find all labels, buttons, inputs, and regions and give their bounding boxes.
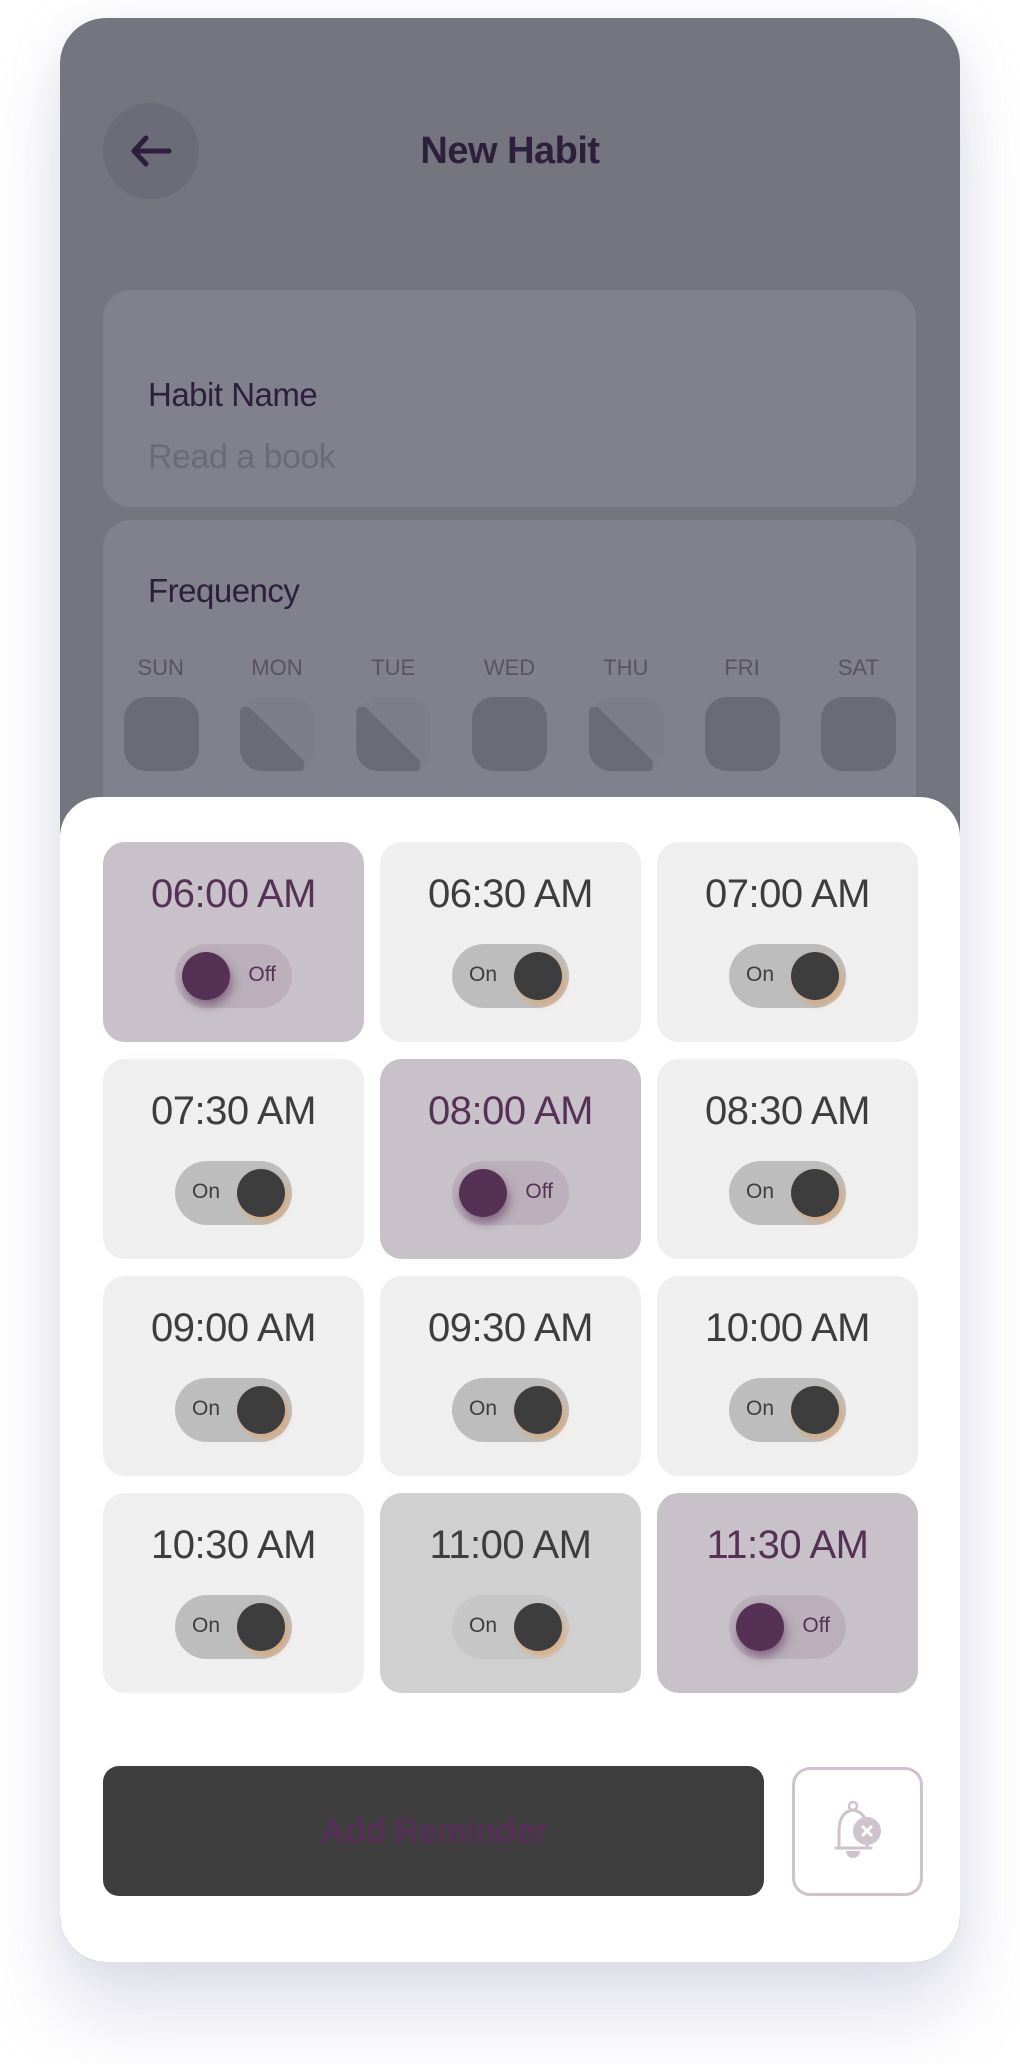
time-slot-label: 08:00 AM [427,1089,594,1133]
toggle-knob[interactable] [237,1386,285,1434]
toggle-knob[interactable] [237,1169,285,1217]
toggle-state-label: Off [802,1614,830,1637]
time-slot-label: 09:00 AM [150,1306,317,1350]
toggle-knob[interactable] [736,1603,784,1651]
day-label: FRI [724,655,760,680]
reminder-toggle[interactable]: On [729,1378,846,1442]
toggle-knob[interactable] [514,952,562,1000]
day-label: SAT [837,655,879,680]
toggle-state-label: On [192,1397,221,1420]
toggle-state-label: On [469,963,498,986]
toggle-state-label: On [746,1180,775,1203]
habit-name-label: Habit Name [148,376,318,413]
toggle-knob[interactable] [237,1603,285,1651]
time-slot-tile[interactable]: 07:30 AM On [103,1059,364,1259]
day-checkbox[interactable] [472,697,548,771]
reminder-toggle[interactable]: On [452,1595,569,1659]
time-slot-label: 11:30 AM [706,1523,869,1567]
reminder-toggle[interactable]: On [175,1595,292,1659]
day-checkbox[interactable] [821,697,897,771]
time-slot-tile[interactable]: 09:00 AM On [103,1276,364,1476]
time-slot-tile[interactable]: 10:30 AM On [103,1493,364,1693]
reminder-toggle[interactable]: On [452,944,569,1008]
toggle-state-label: On [469,1397,498,1420]
time-slot-label: 08:30 AM [704,1089,871,1133]
toggle-state-label: On [469,1614,498,1637]
bell-off-icon [834,1800,881,1858]
day-checkbox[interactable] [239,697,315,771]
time-slot-label: 06:00 AM [150,872,317,916]
toggle-state-label: On [192,1180,221,1203]
day-label: THU [603,655,649,680]
toggle-knob[interactable] [791,952,839,1000]
phone-screen: New Habit Habit Name Frequency SUN MON T… [60,18,960,1962]
time-slot-tile[interactable]: 10:00 AM On [657,1276,918,1476]
toggle-knob[interactable] [514,1603,562,1651]
time-slot-tile[interactable]: 11:30 AM Off [657,1493,918,1693]
divider [147,326,872,327]
toggle-state-label: Off [525,1180,553,1203]
toggle-knob[interactable] [459,1169,507,1217]
clear-reminders-button[interactable] [792,1767,923,1896]
time-slot-label: 07:30 AM [150,1089,317,1133]
reminder-toggle[interactable]: On [175,1378,292,1442]
reminder-toggle[interactable]: On [729,1161,846,1225]
reminder-toggle[interactable]: Off [729,1595,846,1659]
time-slot-label: 07:00 AM [704,872,871,916]
toggle-knob[interactable] [182,952,230,1000]
time-slot-tile[interactable]: 08:30 AM On [657,1059,918,1259]
time-slot-label: 10:00 AM [704,1306,871,1350]
time-slot-label: 10:30 AM [150,1523,317,1567]
day-checkbox[interactable] [356,697,432,771]
time-slot-tile[interactable]: 08:00 AM Off [380,1059,641,1259]
add-reminder-button[interactable]: Add Reminder [103,1766,764,1896]
reminder-toggle[interactable]: Off [175,944,292,1008]
day-checkbox[interactable] [123,697,199,771]
toggle-state-label: On [192,1614,221,1637]
day-label: SUN [137,655,184,680]
time-slot-tile[interactable]: 06:30 AM On [380,842,641,1042]
day-label: WED [483,655,536,680]
time-slot-label: 11:00 AM [429,1523,592,1567]
toggle-state-label: Off [248,963,276,986]
day-label: TUE [371,655,416,680]
frequency-card: Frequency SUN MON TUE WED THU FRI SAT [103,520,916,841]
toggle-state-label: On [746,963,775,986]
reminder-toggle[interactable]: On [729,944,846,1008]
time-slot-label: 06:30 AM [427,872,594,916]
habit-name-input[interactable] [148,438,868,477]
day-checkbox[interactable] [705,697,781,771]
toggle-state-label: On [746,1397,775,1420]
reminder-toggle[interactable]: On [452,1378,569,1442]
time-slot-tile[interactable]: 07:00 AM On [657,842,918,1042]
time-slot-label: 09:30 AM [427,1306,594,1350]
day-label: MON [251,655,303,680]
time-slot-tile[interactable]: 11:00 AM On [380,1493,641,1693]
toggle-knob[interactable] [791,1169,839,1217]
page-title: New Habit [420,130,600,172]
habit-name-card: Habit Name [103,290,916,507]
reminder-bottom-sheet: 06:00 AM Off 06:30 AM On 07:00 AM On 07:30 AM O… [60,797,960,1962]
time-slot-tile[interactable]: 06:00 AM Off [103,842,364,1042]
reminder-toggle[interactable]: Off [452,1161,569,1225]
frequency-label: Frequency [148,572,300,609]
reminder-toggle[interactable]: On [175,1161,292,1225]
toggle-knob[interactable] [514,1386,562,1434]
time-slot-tile[interactable]: 09:30 AM On [380,1276,641,1476]
toggle-knob[interactable] [791,1386,839,1434]
day-checkbox[interactable] [588,697,664,771]
